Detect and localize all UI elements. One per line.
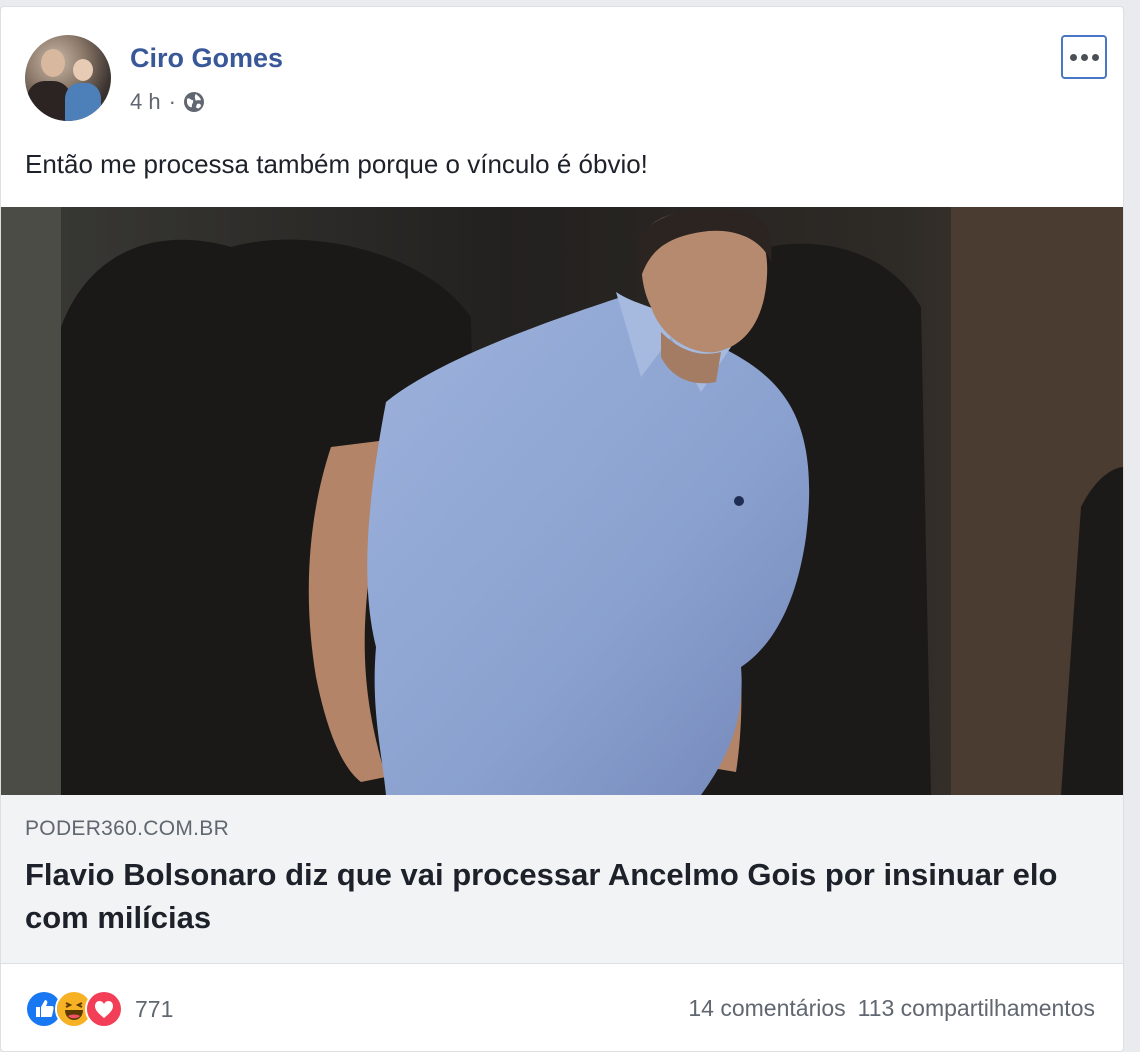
engagement-counts: 14 comentários 113 compartilhamentos [688,995,1095,1022]
shares-count[interactable]: 113 compartilhamentos [858,995,1095,1022]
ellipsis-dot [1080,53,1088,61]
post-timestamp[interactable]: 4 h [130,89,161,115]
ellipsis-dot [1091,53,1099,61]
link-domain: PODER360.COM.BR [25,817,230,840]
comments-count[interactable]: 14 comentários [688,995,845,1022]
love-icon [85,990,123,1028]
link-preview-image[interactable] [1,207,1123,795]
ellipsis-dot [1069,53,1077,61]
post-stats-bar: 771 14 comentários 113 compartilhamentos [1,965,1123,1051]
news-photo [1,207,1123,795]
author-name[interactable]: Ciro Gomes [130,43,283,74]
post-meta: 4 h · [130,89,206,115]
link-preview-caption[interactable]: PODER360.COM.BR Flavio Bolsonaro diz que… [1,795,1123,964]
author-avatar[interactable] [25,35,111,121]
reaction-count: 771 [135,995,174,1022]
post-card: Ciro Gomes 4 h · Então me processa també… [0,6,1124,1052]
globe-icon[interactable] [182,90,206,114]
post-text: Então me processa também porque o víncul… [25,149,648,179]
reactions-summary[interactable]: 771 [25,990,173,1028]
link-headline[interactable]: Flavio Bolsonaro diz que vai processar A… [25,853,1065,939]
meta-separator: · [168,89,176,114]
post-options-button[interactable] [1061,35,1107,79]
